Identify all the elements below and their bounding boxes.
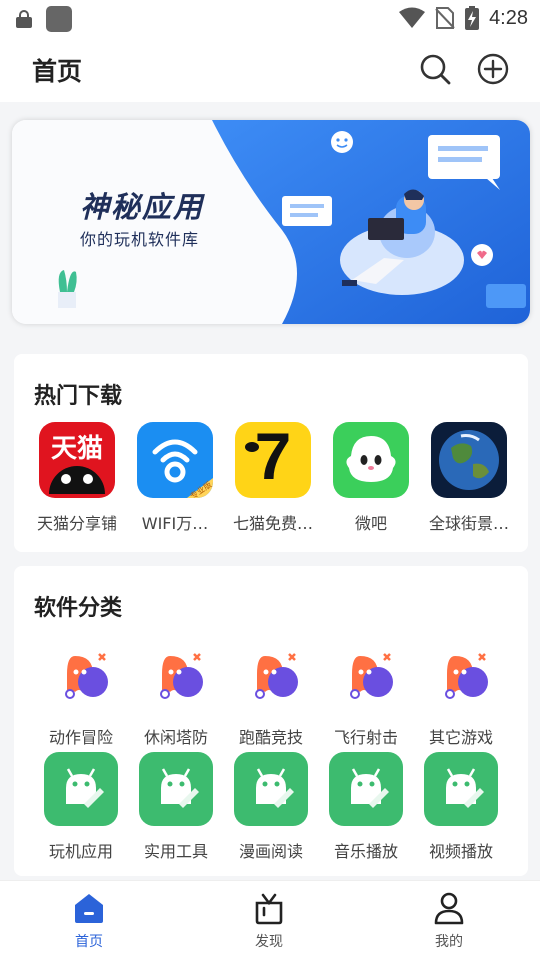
user-icon [434,892,464,925]
game-ghost-icon [255,653,298,699]
category-label: 其它游戏 [428,728,493,747]
add-icon[interactable] [476,52,510,86]
android-app-icon [44,752,118,826]
category-utility-tools[interactable]: 实用工具 [128,752,224,862]
nav-discover[interactable]: 发现 [229,891,309,951]
category-label: 实用工具 [143,842,208,861]
earth-icon [431,422,507,498]
categories-card: 软件分类 动作冒险 休闲塔防 跑酷竞技 飞行射击 其它游戏 玩机应用 实用工具 … [14,566,528,876]
bottom-nav: 首页 发现 我的 [0,880,540,960]
category-video-player[interactable]: 视频播放 [413,752,509,862]
gift-box-icon [255,893,283,925]
game-ghost-icon [65,653,108,699]
hot-downloads-card: 热门下载 天猫 天猫分享铺 专业版 WIFI万… 7 七猫免费… 微吧 全球街景… [14,354,528,552]
header: 首页 [0,38,540,102]
nav-label: 我的 [435,934,463,950]
weiba-icon [333,422,409,498]
section-title-hot: 热门下载 [34,384,123,409]
qimao-icon: 7 [235,422,311,498]
game-ghost-icon [350,653,393,699]
android-app-icon [329,752,403,826]
search-icon[interactable] [418,52,452,86]
app-label: 七猫免费… [232,514,313,533]
category-comic-reading[interactable]: 漫画阅读 [223,752,319,862]
category-music-player[interactable]: 音乐播放 [318,752,414,862]
battery-charging-icon [465,6,480,30]
app-label: 微吧 [354,514,387,533]
nav-home[interactable]: 首页 [49,891,129,951]
game-ghost-icon [445,653,488,699]
category-label: 飞行射击 [333,728,398,747]
banner-subtitle: 你的玩机软件库 [80,230,200,249]
category-label: 玩机应用 [48,842,113,861]
hot-app-item[interactable]: 微吧 [322,422,420,534]
wifi-signal-icon [399,7,426,28]
clock: 4:28 [489,6,528,29]
app-label: 天猫分享铺 [36,514,117,533]
hot-app-item[interactable]: 全球街景… [420,422,518,534]
promo-banner[interactable]: 神秘应用 你的玩机软件库 [12,120,530,324]
category-label: 跑酷竞技 [238,728,303,747]
category-label: 动作冒险 [48,728,113,747]
category-label: 休闲塔防 [143,728,208,747]
hot-app-item[interactable]: 专业版 WIFI万… [126,422,224,534]
android-app-icon [424,752,498,826]
category-action-adventure[interactable]: 动作冒险 [33,642,129,748]
no-sim-icon [435,7,455,29]
nav-label: 首页 [75,934,103,950]
category-casual-tower-defense[interactable]: 休闲塔防 [128,642,224,748]
nav-profile[interactable]: 我的 [409,891,489,951]
wifi-master-icon: 专业版 [137,422,213,498]
category-phone-apps[interactable]: 玩机应用 [33,752,129,862]
home-icon [75,894,103,923]
hot-app-item[interactable]: 天猫 天猫分享铺 [28,422,126,534]
app-label: 全球街景… [428,514,509,533]
lock-icon [16,10,32,28]
category-label: 视频播放 [428,842,493,861]
category-label: 漫画阅读 [238,842,303,861]
status-bar: 4:28 [0,0,540,38]
game-ghost-icon [160,653,203,699]
page-title: 首页 [32,57,83,86]
category-label: 音乐播放 [333,842,398,861]
category-parkour-racing[interactable]: 跑酷竞技 [223,642,319,748]
banner-title: 神秘应用 [80,190,205,224]
android-app-icon [234,752,308,826]
category-flight-shooting[interactable]: 飞行射击 [318,642,414,748]
tmall-icon: 天猫 [39,422,115,498]
nav-label: 发现 [255,934,283,950]
hot-app-item[interactable]: 7 七猫免费… [224,422,322,534]
section-title-categories: 软件分类 [34,596,123,621]
app-notification-icon [46,6,72,32]
app-label: WIFI万… [141,514,209,533]
category-other-games[interactable]: 其它游戏 [413,642,509,748]
android-app-icon [139,752,213,826]
